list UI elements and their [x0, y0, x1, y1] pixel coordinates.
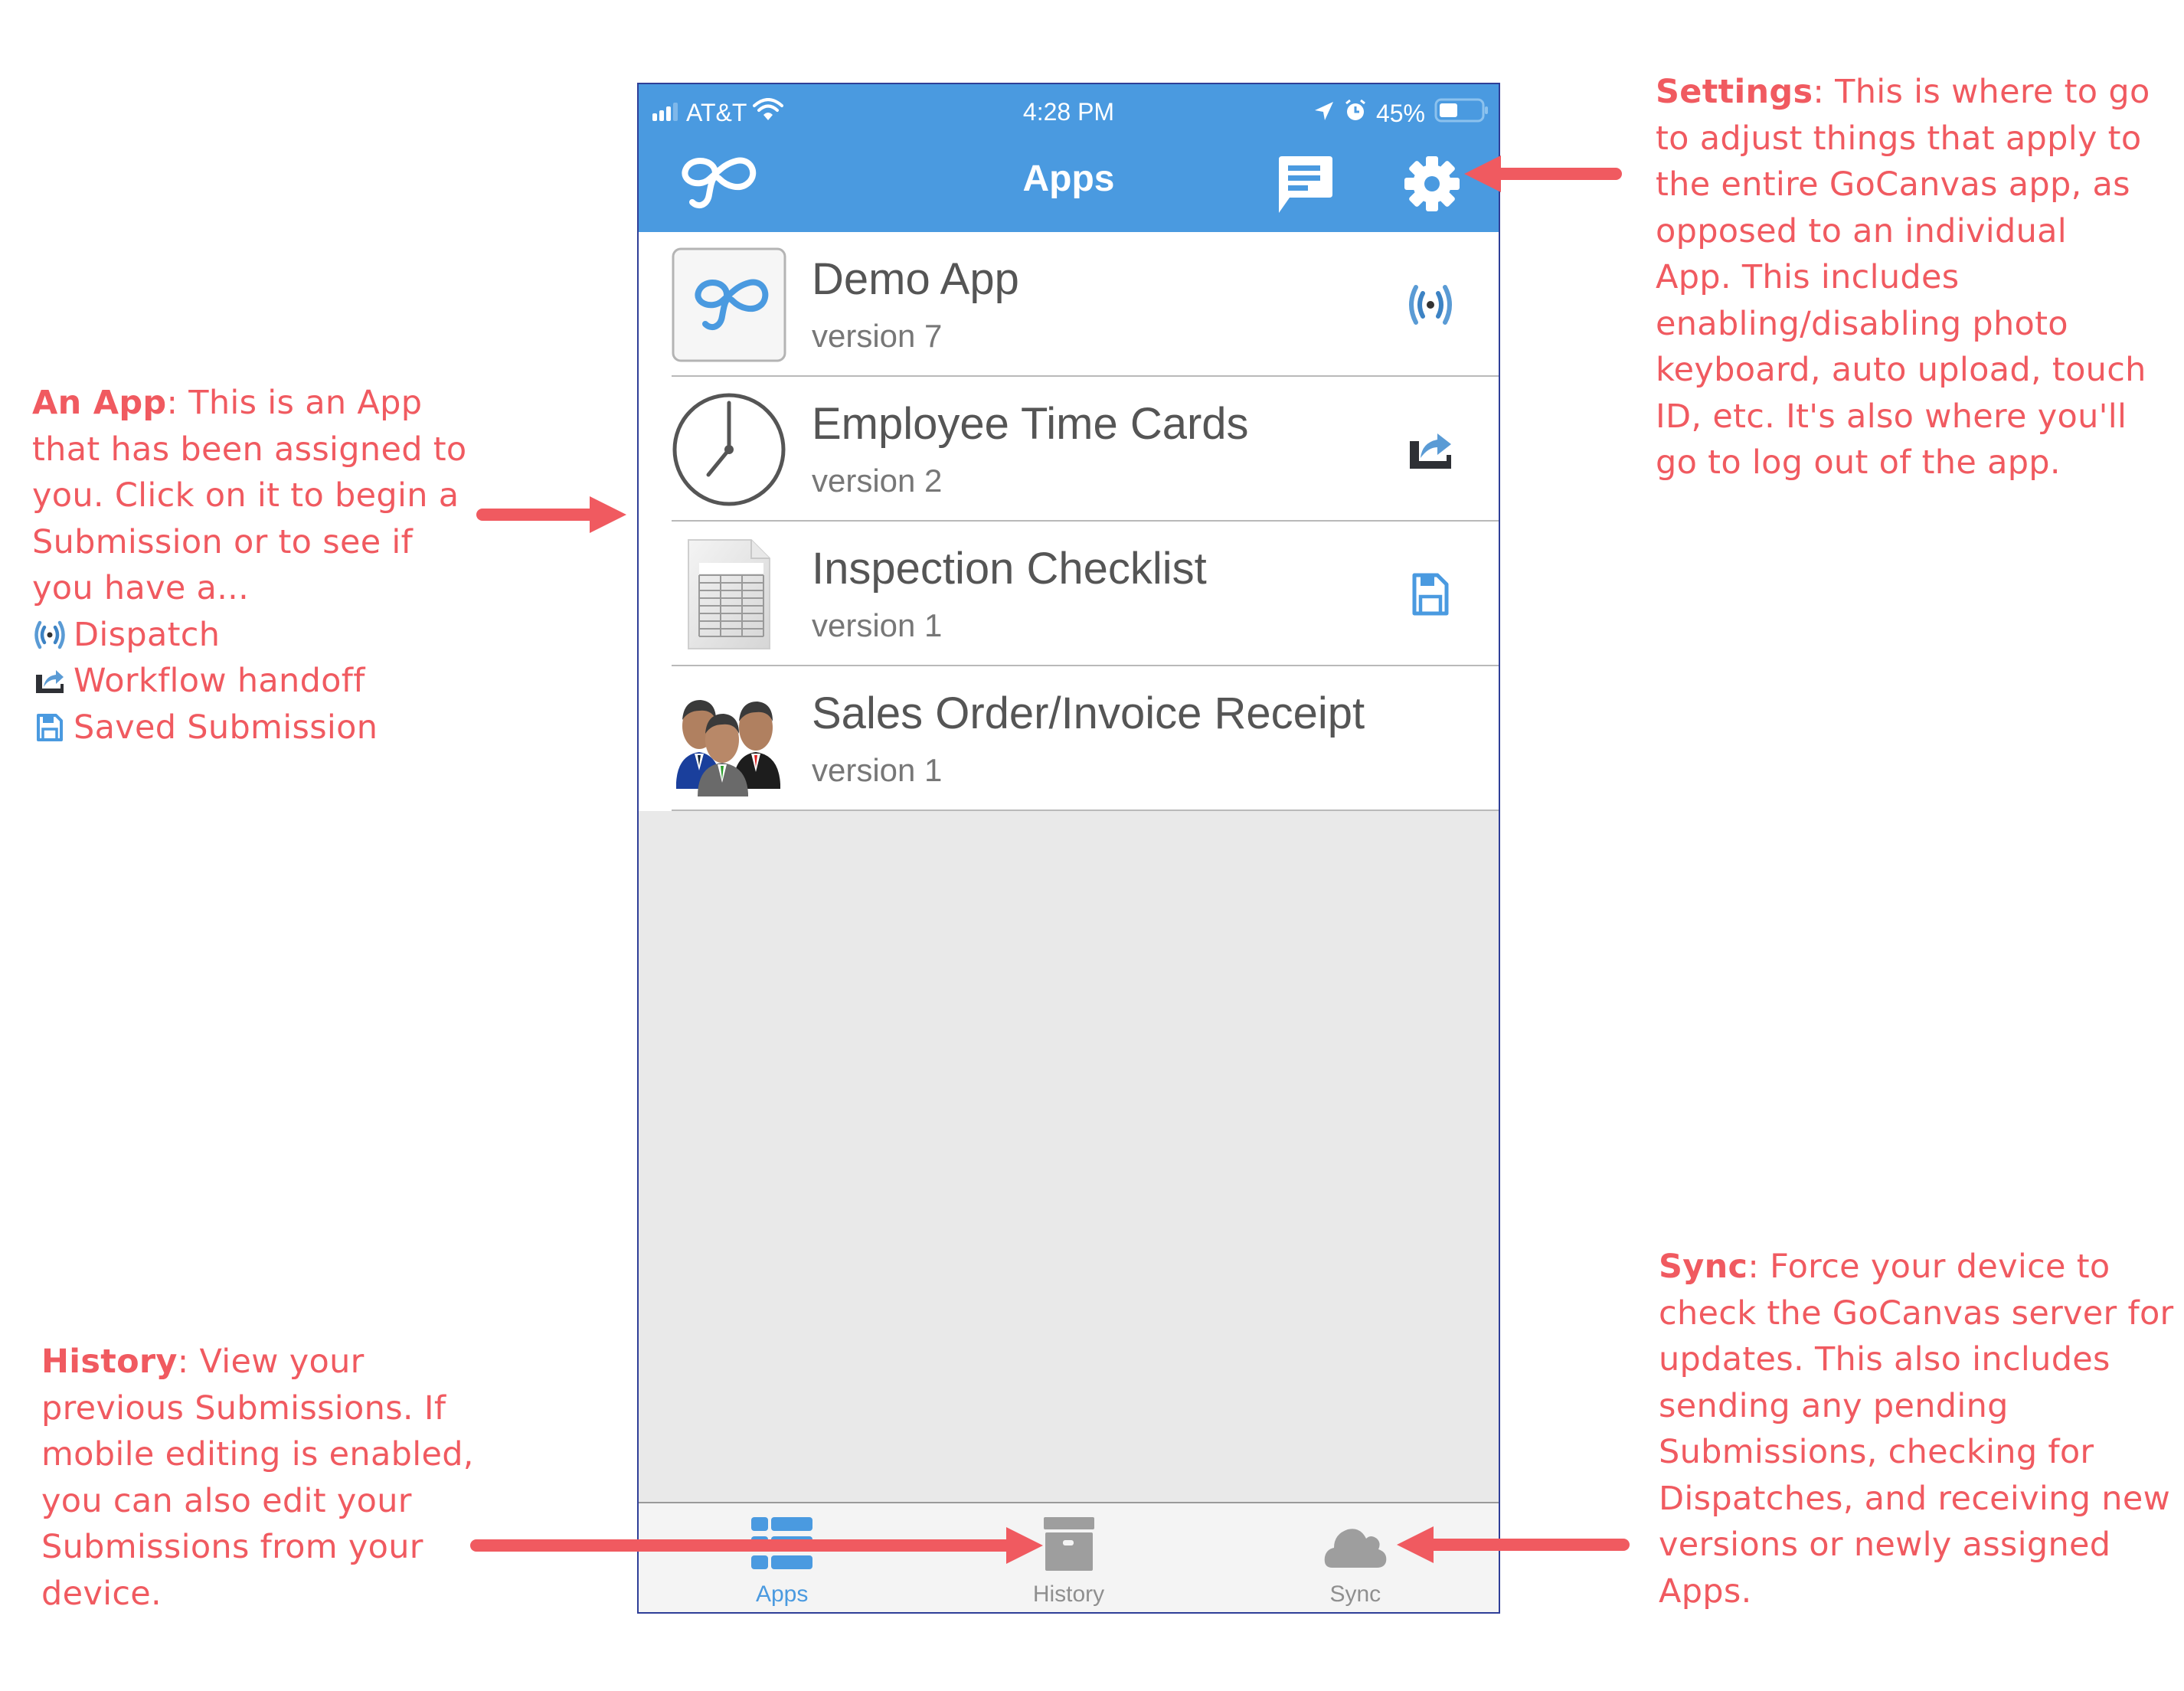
arrow-to-app: [476, 496, 626, 533]
arrow-to-history: [470, 1527, 1043, 1564]
arrow-to-settings: [1464, 155, 1622, 192]
arrow-to-sync: [1397, 1526, 1630, 1563]
annotation-arrows: [470, 155, 1630, 1564]
